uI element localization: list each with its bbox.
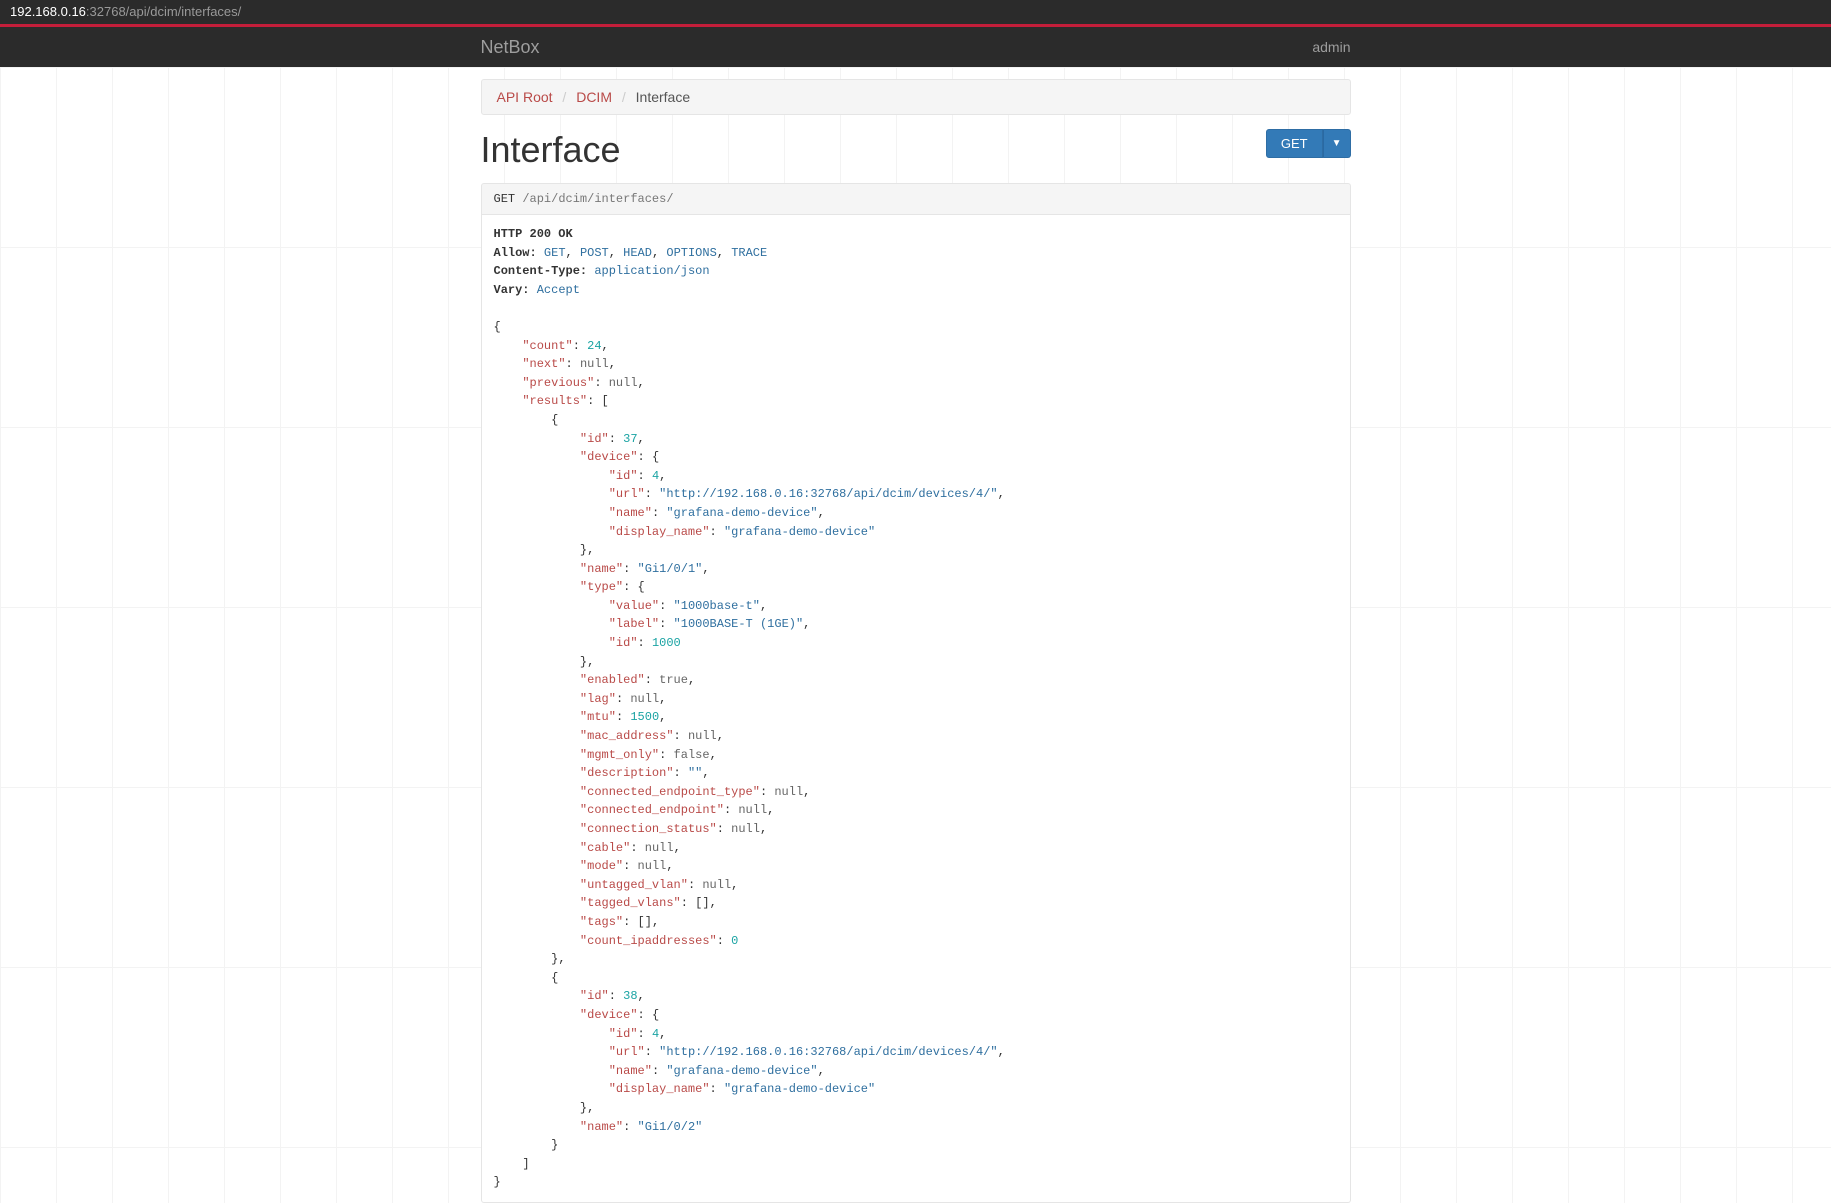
get-button-caret[interactable]: ▼	[1323, 129, 1351, 158]
method-button-group: GET ▼	[1266, 129, 1351, 158]
breadcrumb-leaf: Interface	[636, 89, 690, 105]
breadcrumb-sep: /	[562, 89, 566, 105]
request-method: GET	[494, 192, 516, 206]
breadcrumb-dcim[interactable]: DCIM	[576, 89, 612, 105]
navbar-user[interactable]: admin	[1312, 39, 1350, 55]
breadcrumb-api-root[interactable]: API Root	[497, 89, 553, 105]
browser-url-bar[interactable]: 192.168.0.16:32768/api/dcim/interfaces/	[0, 0, 1831, 24]
url-path: :32768/api/dcim/interfaces/	[86, 4, 241, 19]
breadcrumb-sep: /	[622, 89, 626, 105]
request-path: /api/dcim/interfaces/	[522, 192, 673, 206]
page-title: Interface	[481, 129, 621, 171]
get-button[interactable]: GET	[1266, 129, 1323, 158]
response-body: HTTP 200 OK Allow: GET, POST, HEAD, OPTI…	[481, 215, 1351, 1203]
navbar: NetBox admin	[0, 27, 1831, 67]
url-ip: 192.168.0.16	[10, 4, 86, 19]
breadcrumb: API Root / DCIM / Interface	[481, 79, 1351, 115]
request-line: GET /api/dcim/interfaces/	[481, 183, 1351, 215]
navbar-brand[interactable]: NetBox	[481, 37, 540, 58]
response-pre: HTTP 200 OK Allow: GET, POST, HEAD, OPTI…	[494, 225, 1338, 1192]
